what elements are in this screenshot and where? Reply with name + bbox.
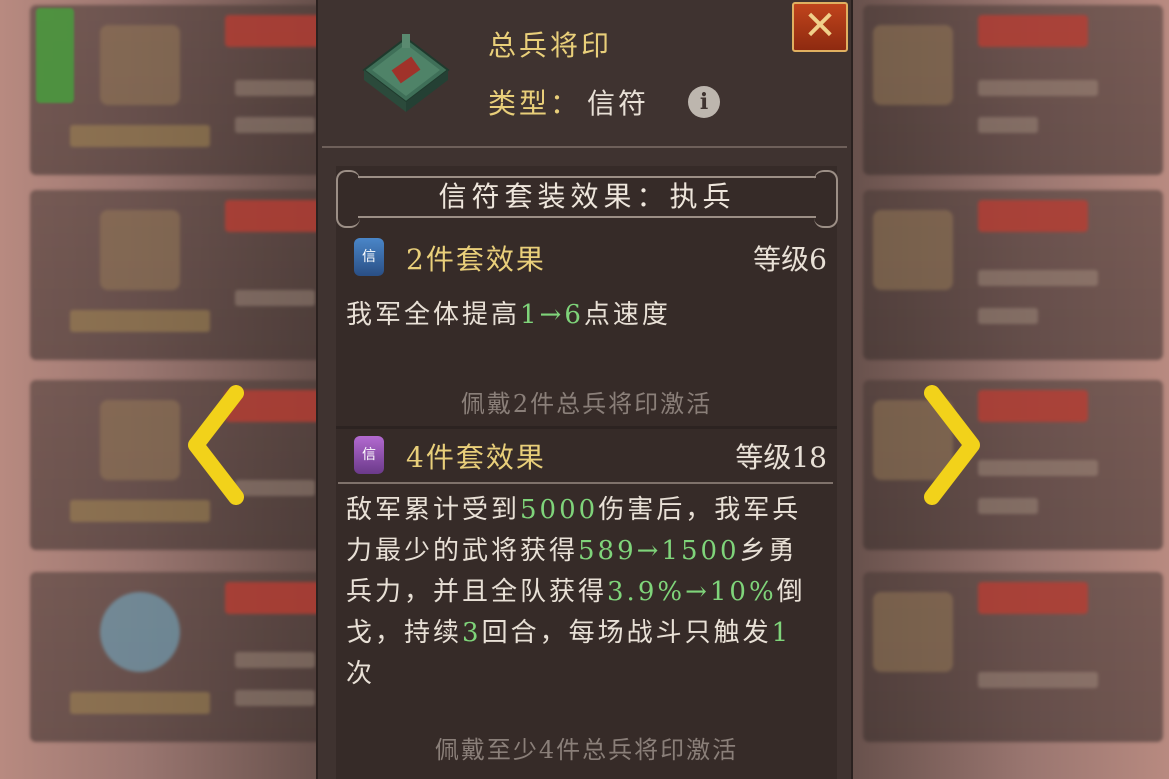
effect-4-level: 等级18 bbox=[735, 441, 827, 474]
effect-4-header: 信 4件套效果 等级18 bbox=[338, 434, 833, 478]
effect-2-activation-note: 佩戴2件总兵将印激活 bbox=[460, 390, 713, 418]
background-green-tag bbox=[36, 8, 74, 103]
background-item-card bbox=[30, 380, 335, 550]
close-button[interactable]: ✕ bbox=[792, 2, 848, 52]
token-glyph: 信 bbox=[362, 447, 376, 463]
background-item-card bbox=[863, 572, 1163, 742]
background-item-grid-left bbox=[0, 0, 335, 779]
token-glyph: 信 bbox=[362, 249, 376, 265]
item-detail-panel: 总兵将印 类型： 信符 i ✕ 信符套装效果：执兵 信 2件套效果 等级6 我军… bbox=[316, 0, 853, 779]
item-type-value: 信符 bbox=[587, 87, 650, 120]
background-item-card bbox=[863, 190, 1163, 360]
desc-highlight: 5000 bbox=[520, 495, 599, 525]
desc-text: 敌军累计受到 bbox=[346, 495, 521, 525]
background-item-grid-right bbox=[853, 0, 1169, 779]
item-name: 总兵将印 bbox=[488, 29, 613, 62]
desc-highlight: 3.9%→10% bbox=[607, 577, 777, 607]
desc-highlight: 1 bbox=[771, 618, 792, 648]
set-title: 信符套装效果：执兵 bbox=[438, 180, 736, 213]
desc-highlight: 589→1500 bbox=[578, 536, 740, 566]
desc-highlight: 3 bbox=[462, 618, 482, 648]
effect-4-underline bbox=[338, 482, 833, 484]
effect-2-description: 我军全体提高1→6点速度 bbox=[346, 295, 816, 336]
background-item-card bbox=[863, 5, 1163, 175]
header-divider bbox=[322, 146, 847, 148]
effect-2-header: 信 2件套效果 等级6 bbox=[338, 236, 833, 280]
blue-token-icon: 信 bbox=[354, 238, 384, 276]
desc-highlight: 1→6 bbox=[520, 300, 584, 330]
seal-item-icon bbox=[358, 32, 454, 116]
background-item-card bbox=[30, 5, 335, 175]
desc-text: 我军全体提高 bbox=[346, 300, 521, 330]
desc-text: 次 bbox=[346, 659, 376, 689]
effect-divider bbox=[336, 426, 837, 429]
info-icon[interactable]: i bbox=[688, 86, 720, 118]
effect-4-activation-note: 佩戴至少4件总兵将印激活 bbox=[434, 736, 739, 764]
background-item-card bbox=[863, 380, 1163, 550]
previous-arrow-icon[interactable] bbox=[186, 385, 246, 505]
effect-2-level: 等级6 bbox=[753, 243, 827, 276]
desc-text: 点速度 bbox=[583, 300, 671, 330]
item-type-row: 类型： 信符 bbox=[488, 82, 649, 122]
purple-token-icon: 信 bbox=[354, 436, 384, 474]
desc-text: 回合，每场战斗只触发 bbox=[481, 618, 772, 648]
item-header: 总兵将印 类型： 信符 i ✕ bbox=[318, 0, 851, 148]
item-type-label: 类型： bbox=[488, 87, 582, 120]
next-arrow-icon[interactable] bbox=[922, 385, 982, 505]
effect-2-title: 2件套效果 bbox=[406, 243, 546, 276]
effect-4-description: 敌军累计受到5000伤害后，我军兵力最少的武将获得589→1500乡勇兵力，并且… bbox=[346, 490, 816, 695]
effect-4-title: 4件套效果 bbox=[406, 441, 546, 474]
background-item-card bbox=[30, 572, 335, 742]
background-item-card bbox=[30, 190, 335, 360]
